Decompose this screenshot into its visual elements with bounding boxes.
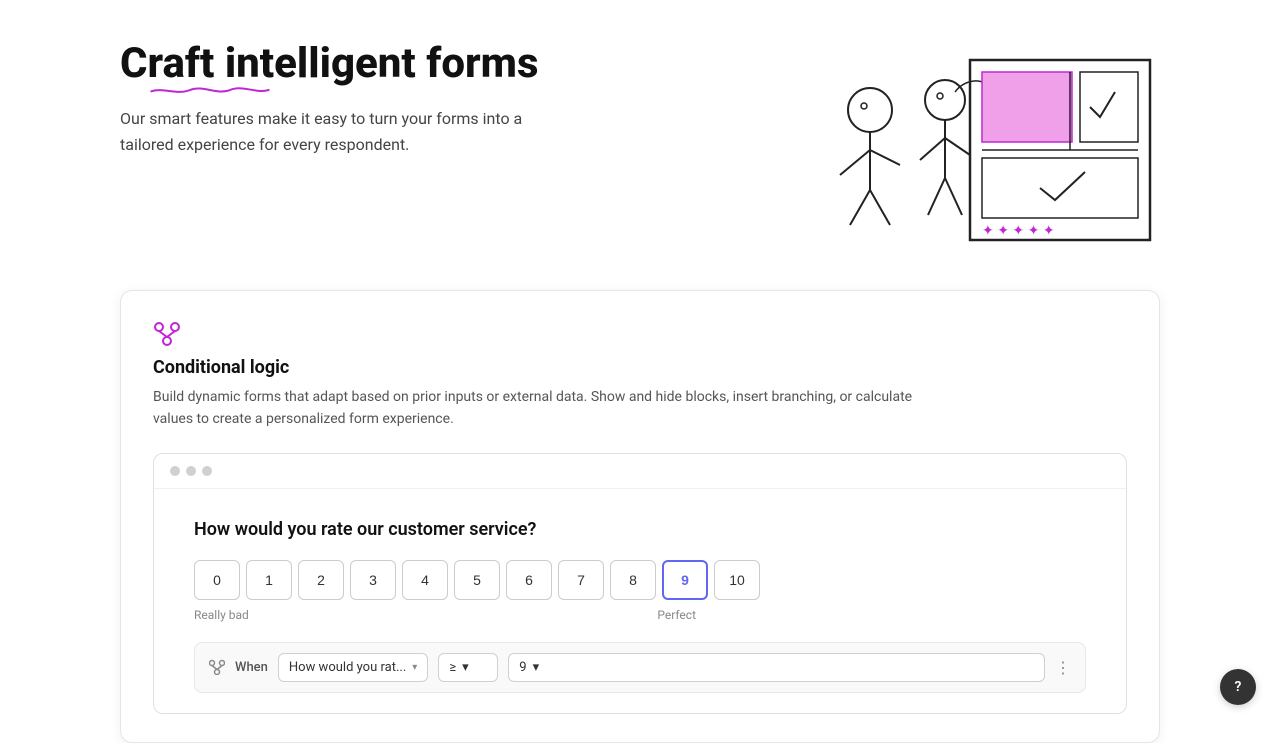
titlebar-dot-3 (202, 466, 212, 476)
value-chevron-icon: ▾ (533, 660, 540, 675)
condition-more-button[interactable]: ⋮ (1055, 658, 1071, 677)
header-illustration: ✦ ✦ ✦ ✦ ✦ (780, 40, 1160, 260)
titlebar-dot-1 (170, 466, 180, 476)
condition-row: When How would you rat... ▾ ≥ ▾ 9 ▾ (194, 642, 1086, 693)
condition-value-select[interactable]: 9 ▾ (508, 653, 1045, 682)
page-title: Craft intelligent forms (120, 40, 540, 88)
help-label: ? (1235, 679, 1242, 695)
rating-btn-9[interactable]: 9 (662, 560, 708, 600)
card-icon-area (153, 319, 1127, 347)
card-title: Conditional logic (153, 357, 1127, 378)
operator-chevron-icon: ▾ (462, 660, 469, 675)
header-section: Craft intelligent forms Our smart featur… (120, 40, 1160, 260)
rating-row: 0 1 2 3 4 5 6 7 8 9 10 (194, 560, 1086, 600)
page-container: Craft intelligent forms Our smart featur… (0, 0, 1280, 729)
condition-when-label: When (235, 660, 268, 675)
label-perfect: Perfect (657, 608, 696, 622)
survey-question: How would you rate our customer service? (194, 519, 1086, 540)
rating-btn-2[interactable]: 2 (298, 560, 344, 600)
rating-btn-4[interactable]: 4 (402, 560, 448, 600)
svg-text:✦ ✦ ✦ ✦ ✦: ✦ ✦ ✦ ✦ ✦ (982, 223, 1055, 239)
field-chevron-icon: ▾ (412, 662, 417, 673)
condition-operator-value: ≥ (449, 660, 456, 675)
rating-btn-8[interactable]: 8 (610, 560, 656, 600)
rating-btn-1[interactable]: 1 (246, 560, 292, 600)
label-really-bad: Really bad (194, 608, 249, 622)
branch-icon (153, 319, 181, 347)
rating-btn-7[interactable]: 7 (558, 560, 604, 600)
demo-titlebar (154, 454, 1126, 489)
condition-branch-icon (209, 659, 225, 675)
rating-btn-10[interactable]: 10 (714, 560, 760, 600)
rating-btn-6[interactable]: 6 (506, 560, 552, 600)
page-subtitle: Our smart features make it easy to turn … (120, 106, 540, 157)
demo-card: How would you rate our customer service?… (153, 453, 1127, 714)
titlebar-dot-2 (186, 466, 196, 476)
rating-labels: Really bad Perfect (194, 608, 696, 622)
condition-field-select[interactable]: How would you rat... ▾ (278, 653, 428, 682)
header-text: Craft intelligent forms Our smart featur… (120, 40, 540, 157)
rating-btn-0[interactable]: 0 (194, 560, 240, 600)
feature-card: Conditional logic Build dynamic forms th… (120, 290, 1160, 743)
condition-operator-select[interactable]: ≥ ▾ (438, 653, 498, 682)
condition-value-display: 9 (519, 660, 526, 675)
card-description: Build dynamic forms that adapt based on … (153, 386, 913, 431)
rating-btn-5[interactable]: 5 (454, 560, 500, 600)
help-button[interactable]: ? (1220, 669, 1256, 705)
rating-btn-3[interactable]: 3 (350, 560, 396, 600)
demo-card-body: How would you rate our customer service?… (154, 489, 1126, 713)
frame-icon: ✦ ✦ ✦ ✦ ✦ (960, 50, 1160, 250)
condition-field-value: How would you rat... (289, 660, 406, 675)
